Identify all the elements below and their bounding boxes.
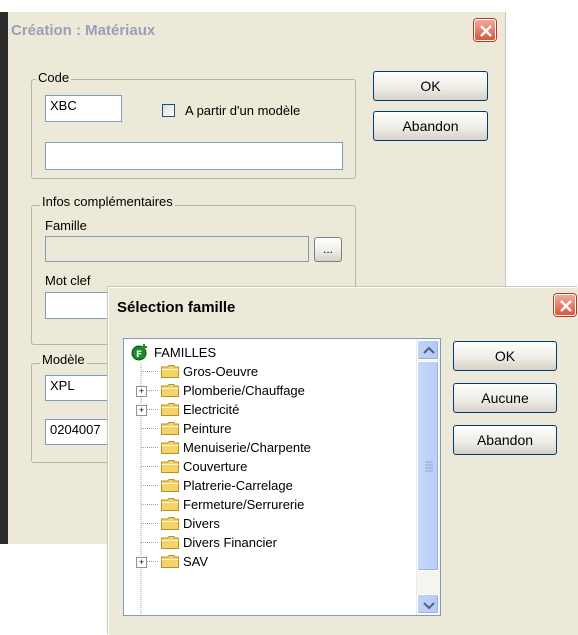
folder-icon [161,555,179,568]
chevron-down-icon [423,602,435,610]
close-icon [480,25,492,37]
famille-label: Famille [45,218,87,233]
code-group-label: Code [36,70,72,85]
tree-item[interactable]: Divers Financier [124,533,414,552]
tree-connector [141,371,159,372]
folder-icon [161,384,179,397]
famille-browse-button[interactable]: ... [314,237,342,262]
expand-icon[interactable]: + [136,405,147,416]
modele-checkbox-label: A partir d'un modèle [185,103,301,118]
tree-item[interactable]: Gros-Oeuvre [124,362,414,381]
tree-connector [141,447,159,448]
expand-icon[interactable]: + [136,386,147,397]
selection-abandon-button[interactable]: Abandon [453,425,557,455]
tree-item[interactable]: + SAV [124,552,414,571]
scroll-up-button[interactable] [417,340,439,360]
creation-abandon-button[interactable]: Abandon [373,111,488,141]
tree-item[interactable]: Fermeture/Serrurerie [124,495,414,514]
tree-item-label: Fermeture/Serrurerie [183,497,305,512]
code-extra-input[interactable] [45,142,343,170]
selection-aucune-button[interactable]: Aucune [453,383,557,413]
grip-icon [425,461,433,472]
tree-item-label: Gros-Oeuvre [183,364,259,379]
code-input[interactable]: XBC [45,95,122,122]
tree-item-label: Peinture [183,421,232,436]
scroll-down-button[interactable] [417,594,439,614]
tree-connector [141,542,159,543]
expand-icon[interactable]: + [136,557,147,568]
creation-close-button[interactable] [474,19,496,41]
tree-item[interactable]: Platrerie-Carrelage [124,476,414,495]
tree-connector [141,466,159,467]
tree-connector [141,428,159,429]
creation-left-edge [0,12,8,544]
famille-input [45,236,309,262]
tree-item-label: SAV [183,554,209,569]
creation-title: Création : Matériaux [11,22,156,39]
infos-group-label: Infos complémentaires [40,194,175,209]
selection-title: Sélection famille [117,299,236,316]
scroll-thumb[interactable] [417,361,439,571]
selection-close-button[interactable] [554,294,576,316]
folder-icon [161,441,179,454]
tree-item[interactable]: Divers [124,514,414,533]
tree-item[interactable]: Peinture [124,419,414,438]
folder-icon [161,403,179,416]
folder-icon [161,498,179,511]
tree-item[interactable]: + Plomberie/Chauffage [124,381,414,400]
tree-connector [141,485,159,486]
close-icon [560,300,572,312]
tree-item-label: Menuiserie/Charpente [183,440,311,455]
tree-item-label: Electricité [183,402,240,417]
tree-item-label: Plomberie/Chauffage [183,383,305,398]
tree-item-label: Platrerie-Carrelage [183,478,293,493]
selection-ok-button[interactable]: OK [453,341,557,371]
mot-clef-label: Mot clef [45,273,91,288]
tree-connector [141,504,159,505]
tree-item-label: Divers [183,516,220,531]
chevron-up-icon [423,346,435,354]
famille-tree[interactable]: F FAMILLES Gros-Oeuvre + Plomberie/Chauffa… [123,338,441,616]
folder-icon [161,422,179,435]
folder-icon [161,479,179,492]
folder-icon [161,460,179,473]
tree-item-label: Divers Financier [183,535,277,550]
folder-icon [161,536,179,549]
modele-checkbox[interactable] [162,104,175,117]
tree-item[interactable]: Menuiserie/Charpente [124,438,414,457]
tree-connector [141,523,159,524]
modele-group-label: Modèle [40,352,87,367]
tree-item[interactable]: Couverture [124,457,414,476]
folder-icon [161,365,179,378]
tree-item-label: Couverture [183,459,248,474]
folder-icon [161,517,179,530]
creation-ok-button[interactable]: OK [373,71,488,101]
tree-item[interactable]: + Electricité [124,400,414,419]
